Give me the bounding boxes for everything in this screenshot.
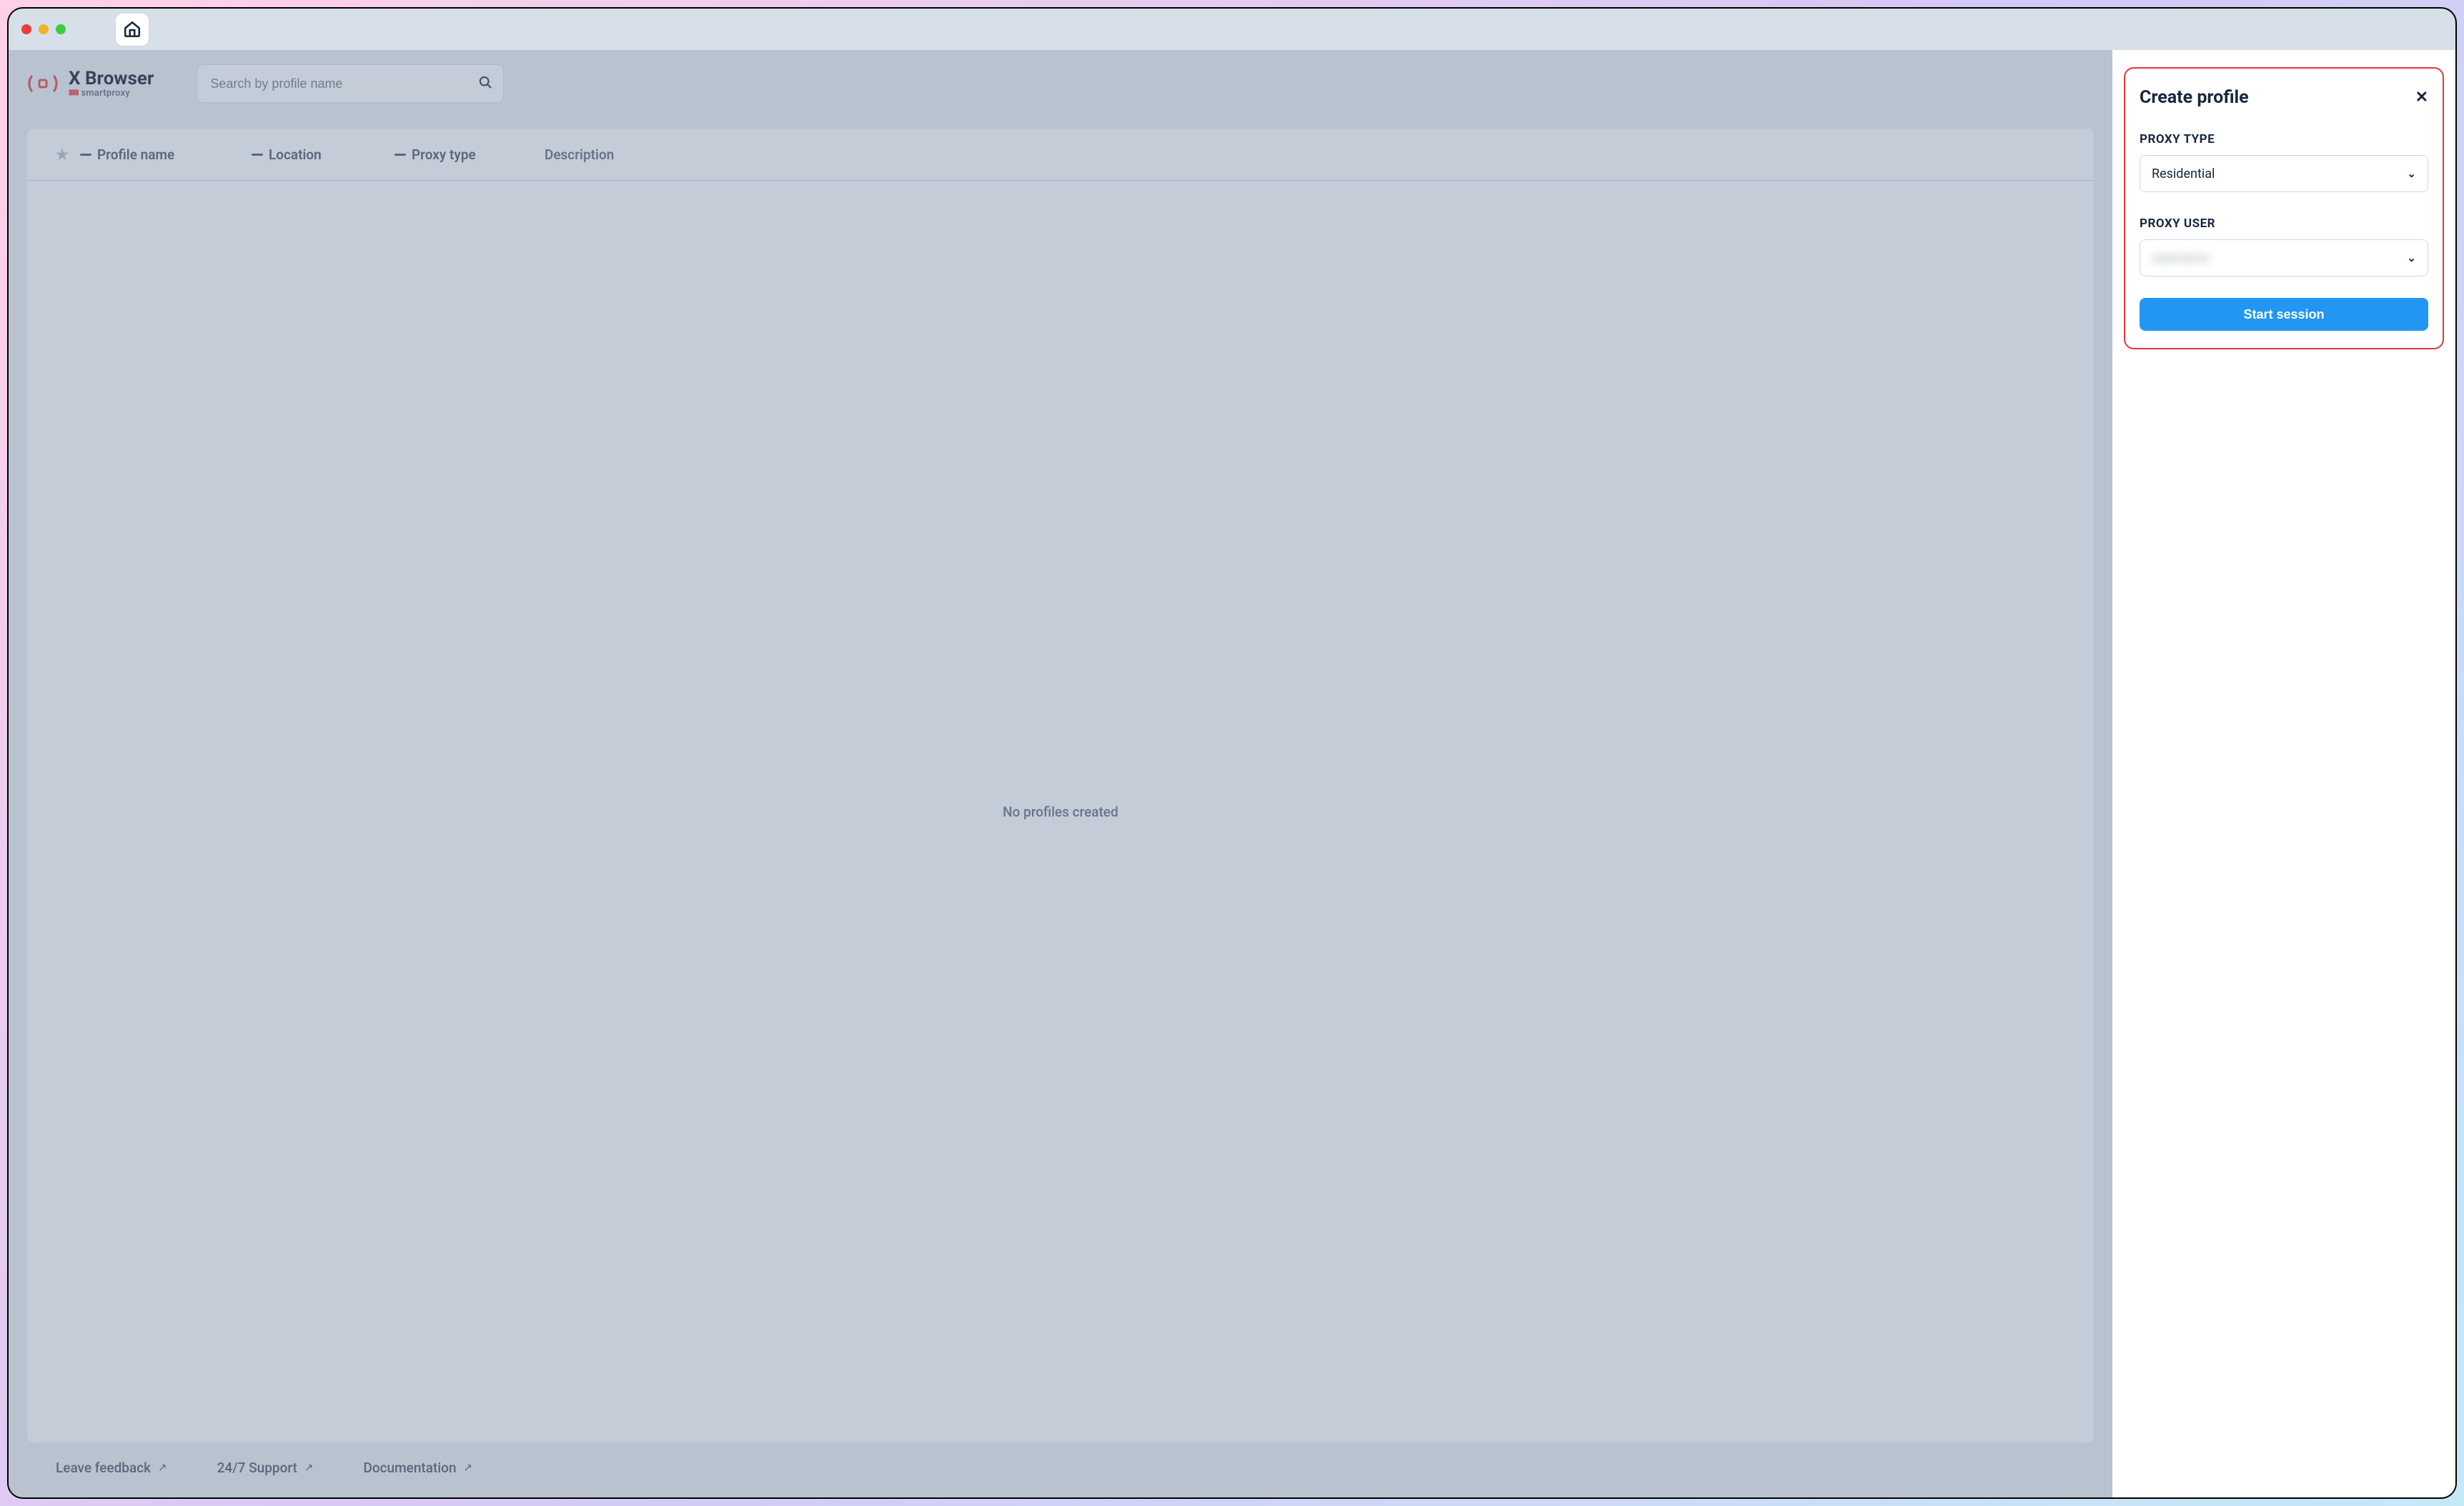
proxy-user-select[interactable]: username ⌄ — [2140, 239, 2428, 276]
column-profile-label: Profile name — [97, 146, 174, 163]
brand-dots-icon: ▮▮▮ — [69, 89, 79, 97]
table-header: ★ Profile name Location Proxy type D — [27, 129, 2094, 181]
profiles-table: ★ Profile name Location Proxy type D — [27, 129, 2094, 1442]
column-description: Description — [545, 146, 645, 163]
column-description-label: Description — [545, 146, 614, 163]
favorite-column-icon[interactable]: ★ — [56, 146, 69, 163]
start-session-button[interactable]: Start session — [2140, 298, 2428, 331]
app-window: X Browser ▮▮▮ smartproxy — [7, 7, 2457, 1499]
leave-feedback-link[interactable]: Leave feedback ↗ — [56, 1460, 167, 1476]
app-subtitle-text: smartproxy — [81, 89, 130, 99]
proxy-type-label: PROXY TYPE — [2140, 132, 2428, 146]
table-empty-state: No profiles created — [27, 181, 2094, 1442]
close-window-button[interactable] — [21, 24, 31, 34]
titlebar — [9, 9, 2455, 50]
external-link-icon: ↗ — [464, 1461, 473, 1474]
proxy-user-label: PROXY USER — [2140, 216, 2428, 231]
brand: X Browser ▮▮▮ smartproxy — [27, 68, 154, 99]
brand-logo-icon — [27, 68, 59, 99]
maximize-window-button[interactable] — [56, 24, 66, 34]
column-proxy-type[interactable]: Proxy type — [394, 146, 537, 163]
chevron-down-icon: ⌄ — [2407, 251, 2416, 264]
support-link[interactable]: 24/7 Support ↗ — [217, 1460, 314, 1476]
minimize-window-button[interactable] — [39, 24, 49, 34]
create-profile-form: Create profile ✕ PROXY TYPE Residential … — [2124, 67, 2444, 349]
panel-title: Create profile — [2140, 87, 2249, 108]
chevron-down-icon: ⌄ — [2407, 167, 2416, 180]
home-icon — [123, 20, 141, 39]
proxy-type-select[interactable]: Residential ⌄ — [2140, 155, 2428, 192]
home-button[interactable] — [116, 14, 149, 46]
search-input[interactable] — [197, 64, 504, 103]
docs-label: Documentation — [363, 1460, 456, 1476]
proxy-type-value: Residential — [2152, 166, 2215, 181]
column-location[interactable]: Location — [252, 146, 387, 163]
search-icon[interactable] — [478, 75, 492, 92]
empty-message: No profiles created — [1003, 804, 1118, 820]
column-proxy-label: Proxy type — [412, 146, 476, 163]
main-area: X Browser ▮▮▮ smartproxy — [9, 50, 2112, 1497]
feedback-label: Leave feedback — [56, 1460, 151, 1476]
app-subtitle: ▮▮▮ smartproxy — [69, 89, 154, 99]
close-panel-button[interactable]: ✕ — [2415, 90, 2428, 106]
app-title: X Browser — [69, 69, 154, 89]
footer-links: Leave feedback ↗ 24/7 Support ↗ Document… — [27, 1442, 2094, 1483]
support-label: 24/7 Support — [217, 1460, 297, 1476]
content-area: X Browser ▮▮▮ smartproxy — [9, 50, 2455, 1497]
top-row: X Browser ▮▮▮ smartproxy — [27, 64, 2094, 103]
create-profile-panel: Create profile ✕ PROXY TYPE Residential … — [2112, 50, 2455, 1497]
search-wrap — [197, 64, 504, 103]
external-link-icon: ↗ — [304, 1461, 314, 1474]
window-controls — [21, 24, 66, 34]
column-location-label: Location — [269, 146, 322, 163]
proxy-user-value: username — [2152, 251, 2209, 266]
column-profile-name[interactable]: Profile name — [80, 146, 244, 163]
documentation-link[interactable]: Documentation ↗ — [363, 1460, 472, 1476]
external-link-icon: ↗ — [158, 1461, 167, 1474]
